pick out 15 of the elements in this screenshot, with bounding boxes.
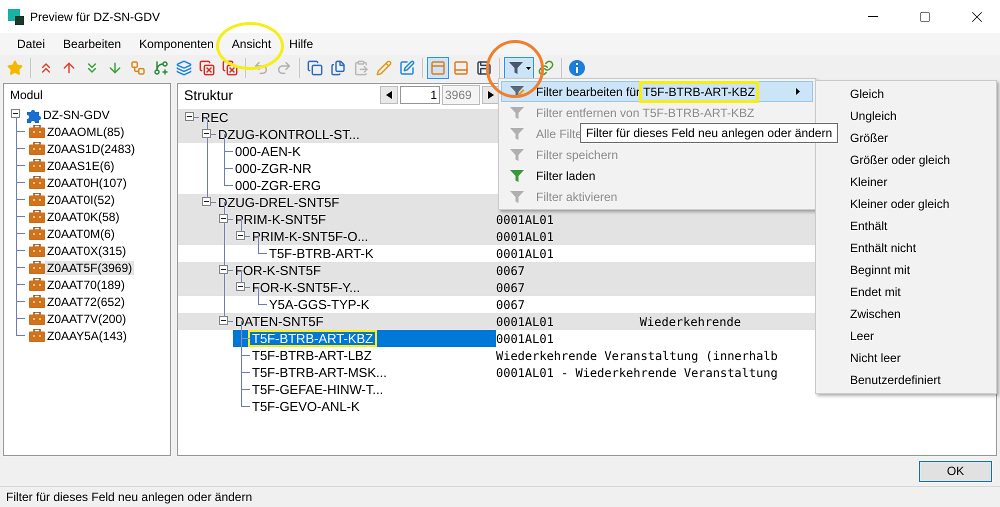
field-value: 0067: [496, 298, 525, 312]
field-value: 0001AL01: [496, 230, 554, 244]
field-value: Wiederkehrende: [640, 314, 741, 328]
field-value: 0067: [496, 264, 525, 278]
window-title: Preview für DZ-SN-GDV: [30, 10, 162, 24]
field-value: 0001AL01: [496, 332, 554, 346]
field-value: 0001AL01: [496, 246, 554, 260]
field-value: 0001AL01: [496, 314, 554, 328]
field-value: 0001AL01: [496, 212, 554, 226]
field-value: 0067: [496, 280, 525, 294]
tooltip: Filter für dieses Feld neu anlegen oder ändern: [580, 123, 838, 143]
status-text: Filter für dieses Feld neu anlegen oder ändern: [6, 490, 252, 504]
field-value: 0001AL01 - Wiederkehrende Veranstaltung: [496, 366, 778, 380]
field-value: Wiederkehrende Veranstaltung (innerhalb: [496, 348, 778, 362]
page-total: 3969: [442, 85, 480, 105]
